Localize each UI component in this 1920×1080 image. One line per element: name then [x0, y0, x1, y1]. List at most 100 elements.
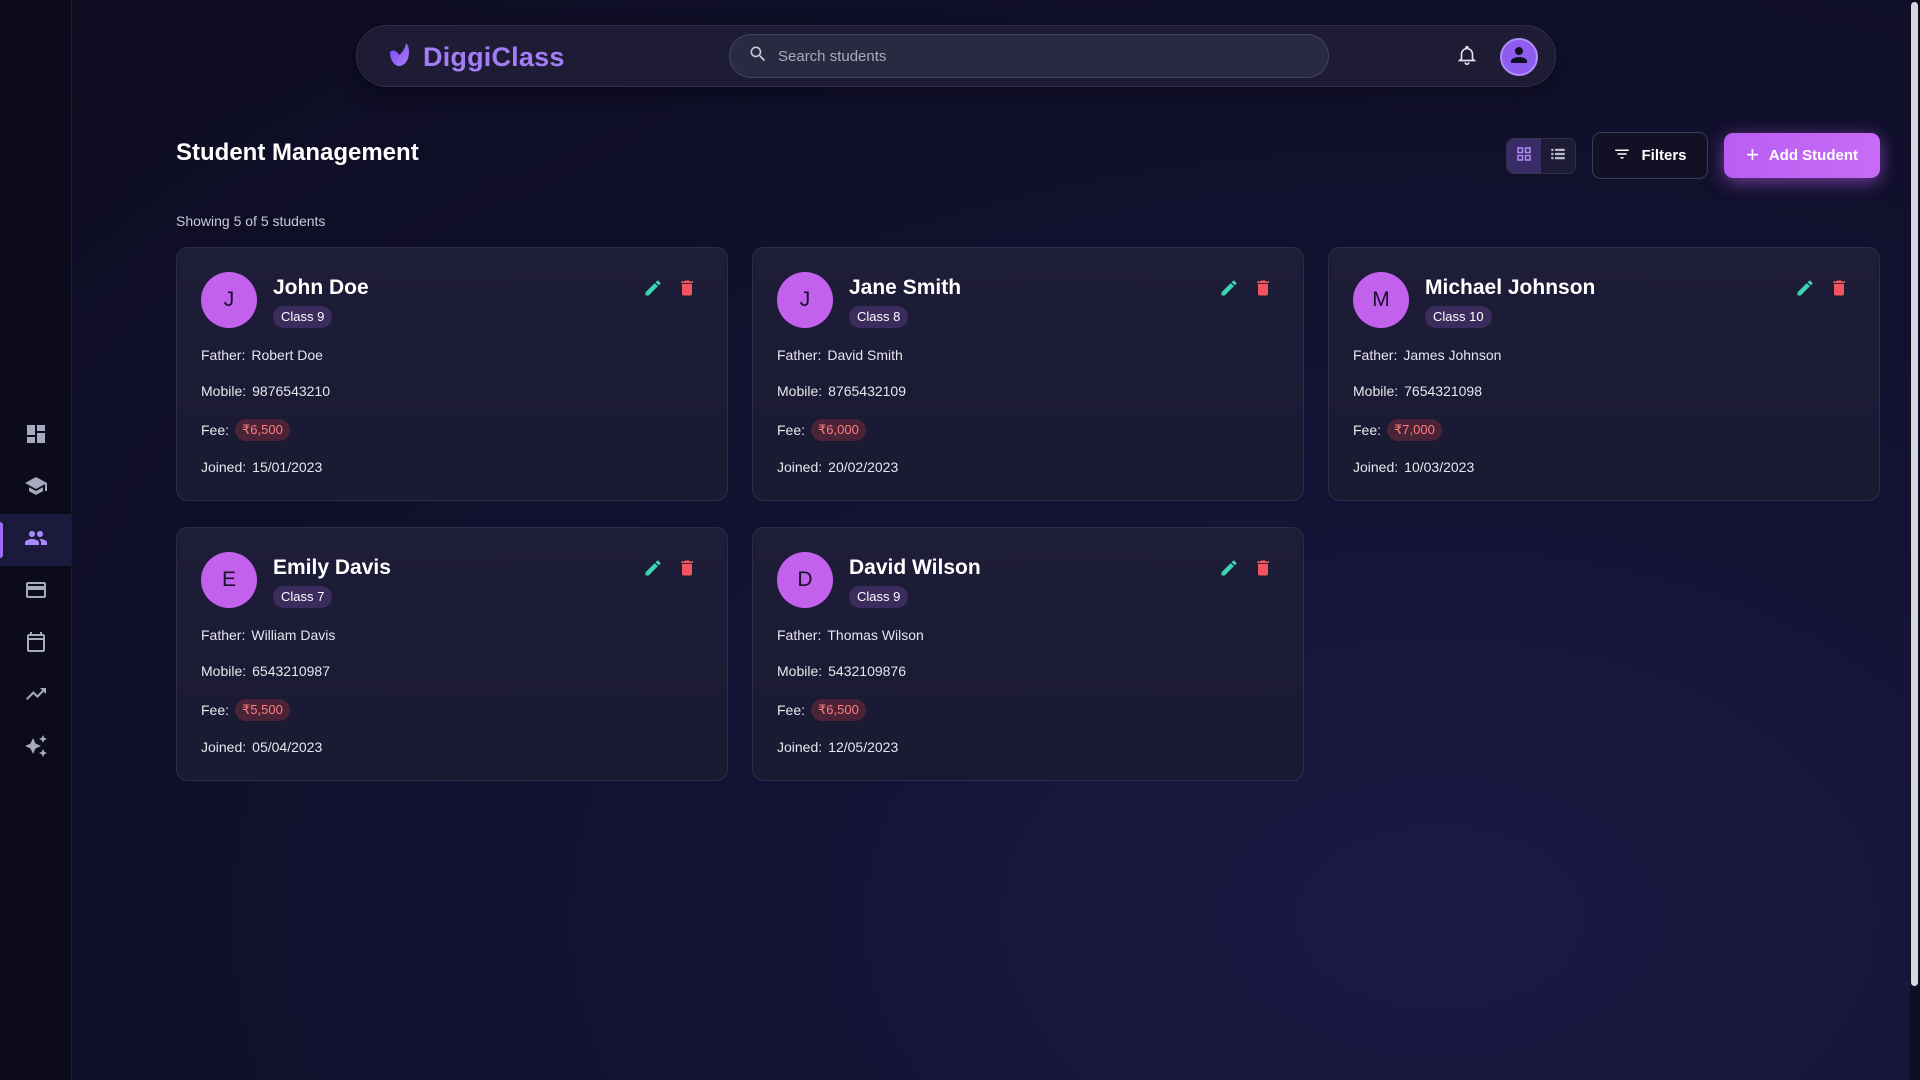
joined-date: 10/03/2023 [1404, 459, 1475, 475]
edit-icon[interactable] [1219, 558, 1239, 578]
user-icon [1507, 43, 1531, 72]
joined-date: 20/02/2023 [828, 459, 899, 475]
search-input[interactable] [778, 47, 1298, 65]
fee-info: Fee: ₹6,500 [201, 419, 290, 441]
user-avatar-button[interactable] [1500, 38, 1538, 76]
delete-icon[interactable] [1829, 278, 1849, 298]
sidebar-item-analytics[interactable] [0, 670, 72, 722]
father-label: Father: [777, 347, 822, 363]
student-name: Emily Davis [273, 556, 391, 579]
list-view-button[interactable] [1541, 139, 1575, 173]
joined-info: Joined: 10/03/2023 [1353, 459, 1474, 475]
student-card: E Emily Davis Class 7 Father: William Dav… [176, 527, 728, 781]
mobile-info: Mobile: 5432109876 [777, 663, 906, 679]
joined-label: Joined: [777, 739, 823, 755]
add-student-label: Add Student [1768, 147, 1858, 164]
joined-date: 05/04/2023 [252, 739, 323, 755]
sidebar-item-payments[interactable] [0, 566, 72, 618]
fee-info: Fee: ₹6,500 [777, 699, 866, 721]
student-card: J Jane Smith Class 8 Father: David Smith … [752, 247, 1304, 501]
edit-icon[interactable] [643, 278, 663, 298]
mobile-label: Mobile: [201, 383, 247, 399]
joined-info: Joined: 20/02/2023 [777, 459, 898, 475]
edit-icon[interactable] [1219, 278, 1239, 298]
brand-logo-icon [385, 41, 413, 74]
add-student-button[interactable]: + Add Student [1724, 133, 1880, 178]
card-actions [1219, 558, 1273, 578]
joined-label: Joined: [201, 459, 247, 475]
joined-label: Joined: [777, 459, 823, 475]
fee-label: Fee: [201, 422, 230, 438]
joined-label: Joined: [1353, 459, 1399, 475]
student-card: D David Wilson Class 9 Father: Thomas Wil… [752, 527, 1304, 781]
delete-icon[interactable] [677, 558, 697, 578]
page-scrollbar[interactable] [1910, 0, 1920, 1080]
mobile-number: 7654321098 [1404, 383, 1483, 399]
delete-icon[interactable] [1253, 278, 1273, 298]
joined-info: Joined: 15/01/2023 [201, 459, 322, 475]
sidebar-nav [0, 410, 72, 774]
mobile-label: Mobile: [201, 663, 247, 679]
sidebar-item-ai-tools[interactable] [0, 722, 72, 774]
sidebar-item-students[interactable] [0, 514, 72, 566]
mobile-number: 6543210987 [252, 663, 331, 679]
class-badge: Class 10 [1425, 306, 1492, 328]
card-actions [643, 278, 697, 298]
trending-up-icon [24, 682, 48, 711]
sidebar-item-calendar[interactable] [0, 618, 72, 670]
father-info: Father: James Johnson [1353, 347, 1501, 363]
dashboard-icon [24, 422, 48, 451]
father-label: Father: [777, 627, 822, 643]
student-avatar: D [777, 552, 833, 608]
mobile-info: Mobile: 9876543210 [201, 383, 330, 399]
notifications-button[interactable] [1455, 45, 1479, 69]
mobile-label: Mobile: [1353, 383, 1399, 399]
fee-badge: ₹5,500 [235, 699, 290, 721]
fee-badge: ₹7,000 [1387, 419, 1442, 441]
student-name: Michael Johnson [1425, 276, 1596, 299]
edit-icon[interactable] [643, 558, 663, 578]
delete-icon[interactable] [677, 278, 697, 298]
joined-info: Joined: 05/04/2023 [201, 739, 322, 755]
mobile-label: Mobile: [777, 663, 823, 679]
card-actions [1795, 278, 1849, 298]
mobile-info: Mobile: 7654321098 [1353, 383, 1482, 399]
delete-icon[interactable] [1253, 558, 1273, 578]
sidebar-item-dashboard[interactable] [0, 410, 72, 462]
bell-icon [1456, 44, 1478, 71]
class-badge: Class 7 [273, 586, 333, 608]
fee-badge: ₹6,500 [811, 699, 866, 721]
student-card: M Michael Johnson Class 10 Father: James … [1328, 247, 1880, 501]
sidebar-item-classes[interactable] [0, 462, 72, 514]
student-avatar: J [777, 272, 833, 328]
mobile-number: 8765432109 [828, 383, 907, 399]
search-bar [729, 34, 1329, 78]
student-avatar: J [201, 272, 257, 328]
grid-view-button[interactable] [1507, 139, 1541, 173]
filters-label: Filters [1641, 147, 1687, 164]
father-name: James Johnson [1403, 347, 1502, 363]
grid-icon [1515, 145, 1533, 168]
edit-icon[interactable] [1795, 278, 1815, 298]
scrollbar-thumb[interactable] [1911, 2, 1918, 986]
father-name: Robert Doe [251, 347, 323, 363]
father-label: Father: [201, 627, 246, 643]
card-actions [643, 558, 697, 578]
joined-date: 15/01/2023 [252, 459, 323, 475]
fee-info: Fee: ₹5,500 [201, 699, 290, 721]
class-badge: Class 8 [849, 306, 909, 328]
page-title: Student Management [176, 139, 419, 166]
fee-badge: ₹6,000 [811, 419, 866, 441]
father-label: Father: [201, 347, 246, 363]
sidebar [0, 0, 72, 1080]
people-icon [24, 526, 48, 555]
mobile-label: Mobile: [777, 383, 823, 399]
brand[interactable]: DiggiClass [385, 38, 565, 76]
fee-label: Fee: [777, 422, 806, 438]
filters-button[interactable]: Filters [1592, 132, 1708, 179]
student-avatar: E [201, 552, 257, 608]
filter-icon [1613, 145, 1631, 167]
father-info: Father: David Smith [777, 347, 903, 363]
student-card: J John Doe Class 9 Father: Robert Doe Mob… [176, 247, 728, 501]
mobile-info: Mobile: 8765432109 [777, 383, 906, 399]
